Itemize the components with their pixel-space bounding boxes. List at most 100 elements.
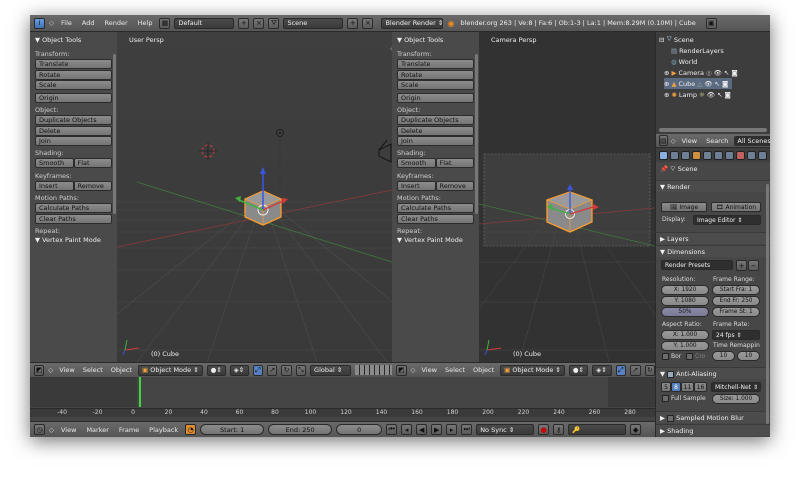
calculate-paths-button[interactable]: Calculate Paths bbox=[35, 203, 112, 213]
current-frame-cursor[interactable] bbox=[139, 377, 142, 407]
keying-set-field[interactable]: 🔑 bbox=[568, 424, 627, 435]
play-icon[interactable]: ▶ bbox=[431, 424, 443, 435]
editor-type-3d-icon[interactable]: ◩ bbox=[34, 364, 45, 376]
outliner-row-camera[interactable]: ⊕ ▶ Camera ◎ 👁 ↖ ◙ bbox=[664, 67, 738, 78]
aspect-x-field[interactable]: X: 1.000 bbox=[661, 330, 709, 340]
expand-cube-icon[interactable]: ⊕ bbox=[664, 80, 669, 88]
vertex-paint-mode-header-right[interactable]: ▼ Vertex Paint Mode bbox=[397, 236, 474, 244]
outliner-row-scene[interactable]: ⊟ ⛛ Scene bbox=[659, 34, 694, 45]
insert-keyframe-button[interactable]: Insert bbox=[35, 180, 74, 191]
motion-blur-panel-header[interactable]: ▶ Sampled Motion Blur bbox=[656, 411, 770, 423]
orientation-select[interactable]: Global ⇕ bbox=[310, 364, 352, 376]
render-tab-icon[interactable] bbox=[659, 150, 668, 160]
frame-step-field[interactable]: Frame St: 1 bbox=[712, 307, 760, 317]
crop-checkbox[interactable]: Cro bbox=[686, 353, 705, 360]
pivot-select-right[interactable]: ◈⇕ bbox=[592, 364, 612, 376]
aa-samples-8[interactable]: 8 bbox=[671, 382, 681, 392]
render-engine-select[interactable]: Blender Render ⇕ bbox=[381, 17, 444, 29]
border-check-box[interactable] bbox=[662, 353, 669, 360]
viewport-left[interactable]: + User Persp (0) Cube bbox=[117, 32, 392, 362]
insert-key-icon[interactable]: ◆ bbox=[630, 424, 642, 435]
record-icon[interactable]: ● bbox=[538, 424, 550, 435]
editor-type-props-icon[interactable]: ▤ bbox=[659, 135, 668, 146]
menu-select-right[interactable]: Select bbox=[443, 366, 467, 374]
aa-samples-11[interactable]: 11 bbox=[681, 382, 694, 392]
join-button-right[interactable]: Join bbox=[397, 136, 474, 146]
outliner-row-lamp[interactable]: ⊕ ✺ Lamp ☼ 👁 ↖ ◙ bbox=[664, 89, 731, 100]
border-checkbox[interactable]: Bor bbox=[662, 353, 681, 360]
anti-aliasing-check[interactable] bbox=[667, 370, 675, 378]
outliner-row-cube[interactable]: ⊕ ▲ Cube △ 👁 ↖ ◙ bbox=[664, 78, 733, 89]
full-sample-check-box[interactable] bbox=[662, 395, 669, 402]
aa-samples-5[interactable]: 5 bbox=[661, 382, 671, 392]
translate-button-right[interactable]: Translate bbox=[397, 59, 474, 69]
crop-check-box[interactable] bbox=[686, 353, 693, 360]
menu-object[interactable]: Object bbox=[109, 366, 134, 374]
object-tools-header-right[interactable]: ▼ Object Tools bbox=[397, 36, 474, 44]
next-keyframe-icon[interactable]: ▸ bbox=[446, 424, 458, 435]
smooth-button-right[interactable]: Smooth bbox=[397, 158, 436, 168]
manipulator-toggle-icon-right[interactable]: ⤢ bbox=[615, 364, 627, 376]
shelf-scrollbar-right[interactable] bbox=[475, 54, 478, 214]
resolution-x-field[interactable]: X: 1920 bbox=[661, 285, 709, 295]
outliner-row-renderlayers[interactable]: ▤ RenderLayers bbox=[671, 45, 724, 56]
visibility-eye-icon[interactable]: 👁 bbox=[714, 69, 722, 77]
keying-set-icon[interactable]: ⚷ bbox=[553, 424, 565, 435]
insert-keyframe-button-right[interactable]: Insert bbox=[397, 180, 436, 191]
shading-panel-header[interactable]: ▶ Shading bbox=[656, 424, 770, 436]
scale-manip-icon[interactable]: ⤡ bbox=[295, 364, 307, 376]
remove-scene-icon[interactable]: × bbox=[362, 17, 374, 29]
menu-render[interactable]: Render bbox=[101, 19, 130, 27]
play-reverse-icon[interactable]: ◀ bbox=[416, 424, 428, 435]
texture-tab-icon[interactable] bbox=[747, 150, 756, 160]
props-menu-view[interactable]: View bbox=[679, 137, 700, 145]
translate-manip-icon-right[interactable]: ↗ bbox=[630, 364, 641, 376]
delete-button-right[interactable]: Delete bbox=[397, 125, 474, 136]
shelf-scrollbar[interactable] bbox=[113, 54, 116, 214]
expand-camera-icon[interactable]: ⊕ bbox=[664, 69, 669, 77]
prev-keyframe-icon[interactable]: ◂ bbox=[401, 424, 413, 435]
menu-marker[interactable]: Marker bbox=[83, 426, 111, 434]
vertex-paint-mode-header[interactable]: ▼ Vertex Paint Mode bbox=[35, 236, 112, 244]
collapse-icon-left[interactable]: ◇ bbox=[48, 366, 53, 374]
world-tab-icon[interactable] bbox=[681, 150, 690, 160]
menu-select[interactable]: Select bbox=[81, 366, 105, 374]
remove-preset-icon[interactable]: − bbox=[748, 260, 759, 271]
rotate-manip-icon[interactable]: ↻ bbox=[281, 364, 292, 376]
add-preset-icon[interactable]: + bbox=[736, 260, 747, 271]
select-arrow-icon[interactable]: ↖ bbox=[724, 69, 729, 77]
scene-field[interactable]: Scene bbox=[283, 17, 344, 29]
visibility-eye-icon-cube[interactable]: 👁 bbox=[704, 80, 712, 88]
display-select[interactable]: Image Editor ⇕ bbox=[693, 215, 761, 225]
flat-button-right[interactable]: Flat bbox=[435, 158, 474, 168]
start-frame-prop-field[interactable]: Start Fra: 1 bbox=[712, 285, 760, 295]
origin-button[interactable]: Origin bbox=[35, 93, 112, 103]
timeline-editor[interactable]: -40 -20 0 20 40 60 80 100 120 140 160 180 200 220 240 2… bbox=[30, 377, 655, 422]
preview-range-icon[interactable]: ◔ bbox=[185, 424, 197, 435]
delete-button[interactable]: Delete bbox=[35, 125, 112, 136]
viewport-right[interactable]: Camera Persp (0) Cube bbox=[479, 32, 655, 362]
aa-size-field[interactable]: Size: 1.000 bbox=[712, 394, 760, 404]
mode-select[interactable]: ▣ Object Mode ⇕ bbox=[137, 364, 203, 376]
clear-paths-button[interactable]: Clear Paths bbox=[35, 213, 112, 224]
smooth-button[interactable]: Smooth bbox=[35, 158, 74, 168]
clear-paths-button-right[interactable]: Clear Paths bbox=[397, 213, 474, 224]
aa-filter-select[interactable]: Mitchell-Net ⇕ bbox=[711, 382, 761, 392]
outliner-row-world[interactable]: ◍ World bbox=[671, 56, 697, 67]
flat-button[interactable]: Flat bbox=[73, 158, 112, 168]
menu-file[interactable]: File bbox=[58, 19, 75, 27]
pivot-select[interactable]: ◈⇕ bbox=[229, 364, 249, 376]
data-tab-icon[interactable] bbox=[725, 150, 734, 160]
props-menu-search[interactable]: Search bbox=[703, 137, 731, 145]
menu-frame[interactable]: Frame bbox=[116, 426, 142, 434]
time-remap-old-field[interactable]: 10 bbox=[712, 351, 735, 361]
editor-type-3d-icon-right[interactable]: ◩ bbox=[396, 364, 407, 376]
render-camera-icon-cube[interactable]: ◙ bbox=[722, 80, 728, 88]
rotate-button[interactable]: Rotate bbox=[35, 69, 112, 80]
current-frame-field[interactable]: 0 bbox=[336, 424, 383, 435]
render-camera-icon-lamp[interactable]: ◙ bbox=[725, 91, 731, 99]
render-animation-button[interactable]: 🎞 Animation bbox=[711, 202, 761, 212]
full-sample-checkbox[interactable]: Full Sample bbox=[662, 395, 706, 402]
fullscreen-icon[interactable]: ▣ bbox=[705, 17, 717, 29]
jump-start-icon[interactable]: ⏮ bbox=[386, 424, 398, 435]
